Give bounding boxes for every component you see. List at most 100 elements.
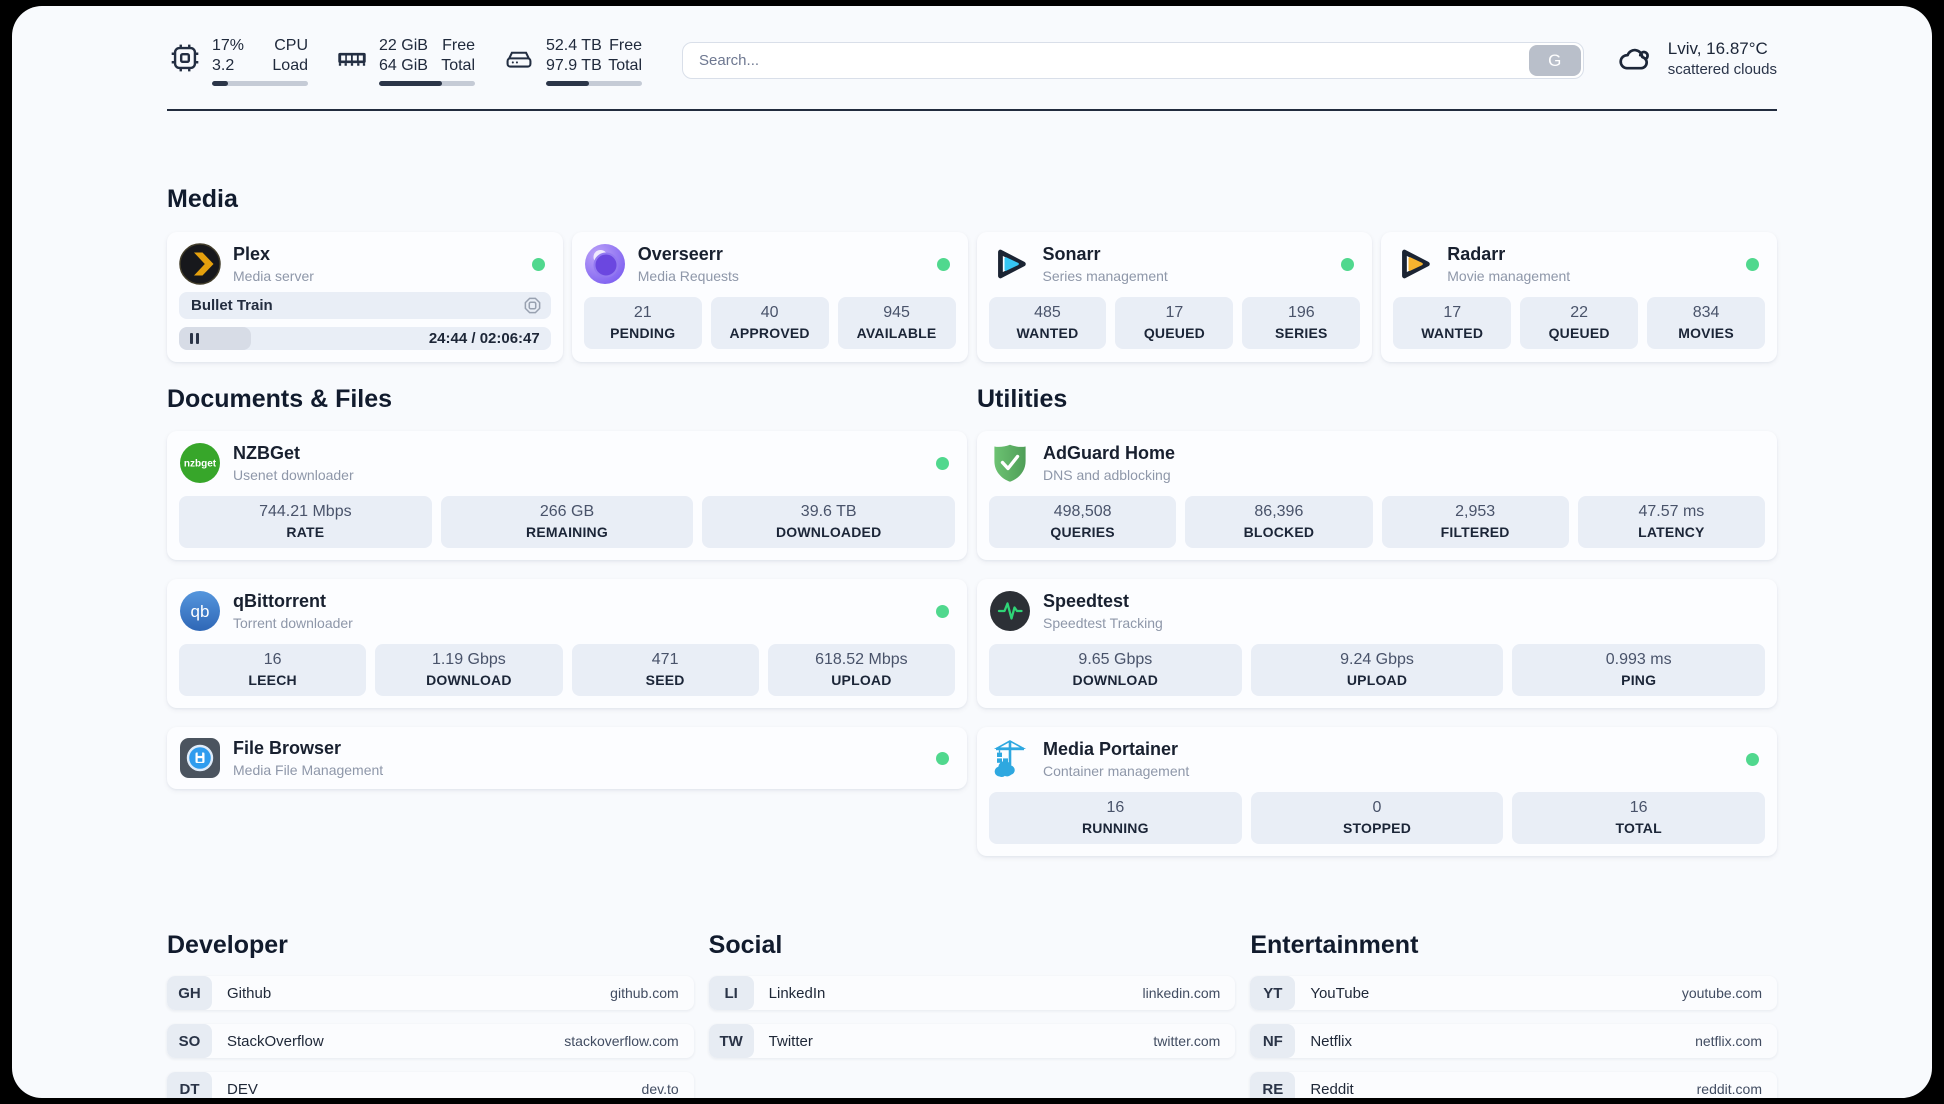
session-camera-icon[interactable] <box>523 296 542 315</box>
radarr-icon <box>1393 243 1435 285</box>
search-engine-button[interactable]: G <box>1528 45 1581 76</box>
link-name: Twitter <box>768 1032 813 1050</box>
stat-running: 16 RUNNING <box>989 792 1242 844</box>
weather-location-temp: Lviv, 16.87°C <box>1667 39 1768 58</box>
ram-total-value: 64 GiB <box>379 57 428 74</box>
link-name: Github <box>227 984 272 1002</box>
stat-movies: 834 MOVIES <box>1647 297 1766 349</box>
stat-downloaded: 39.6 TB DOWNLOADED <box>702 496 956 548</box>
app-card-radarr[interactable]: Radarr Movie management 17 WANTED 22 QUE… <box>1381 232 1777 362</box>
playback-progress-bar: 24:44 / 02:06:47 <box>179 327 551 350</box>
stat-rate: 744.21 Mbps RATE <box>179 496 432 548</box>
link-name: DEV <box>227 1080 258 1098</box>
weather-condition: scattered clouds <box>1667 61 1777 78</box>
link-url: youtube.com <box>1681 985 1762 1001</box>
disk-total-value: 97.9 TB <box>546 57 602 74</box>
link-badge: YT <box>1250 976 1296 1010</box>
app-card-plex[interactable]: Plex Media server Bullet Train 24:44 / 0… <box>167 232 563 362</box>
search-input[interactable] <box>682 42 1584 79</box>
weather-widget: Lviv, 16.87°C scattered clouds <box>1616 39 1777 78</box>
stat-remaining: 266 GB REMAINING <box>440 496 694 548</box>
section-title-social: Social <box>708 931 783 959</box>
playback-time: 24:44 / 02:06:47 <box>428 330 540 347</box>
stat-upload: 618.52 Mbps UPLOAD <box>767 644 955 696</box>
app-title: AdGuard Home <box>1043 443 1176 463</box>
link-youtube[interactable]: YT YouTube youtube.com <box>1250 976 1777 1010</box>
stat-queued: 17 QUEUED <box>1115 297 1234 349</box>
now-playing-row: Bullet Train <box>179 292 551 319</box>
stat-seed: 471 SEED <box>571 644 759 696</box>
link-badge: GH <box>167 976 212 1010</box>
section-title-documents: Documents & Files <box>167 385 393 413</box>
link-name: YouTube <box>1310 984 1370 1002</box>
app-subtitle: Container management <box>1043 763 1190 779</box>
status-dot <box>1341 257 1355 271</box>
stat-filtered: 2,953 FILTERED <box>1381 496 1569 548</box>
stat-wanted: 17 WANTED <box>1393 297 1512 349</box>
social-links: Social LI LinkedIn linkedin.com TW Twitt… <box>708 931 1236 1098</box>
app-title: NZBGet <box>233 443 300 463</box>
link-badge: NF <box>1250 1024 1296 1058</box>
documents-column: Documents & Files nzbget NZBGet Usenet d… <box>167 385 967 875</box>
link-badge: LI <box>708 976 754 1010</box>
app-card-sonarr[interactable]: Sonarr Series management 485 WANTED 17 Q… <box>976 232 1373 362</box>
link-name: StackOverflow <box>227 1032 324 1050</box>
stat-available: 945 AVAILABLE <box>837 297 956 349</box>
app-card-portainer[interactable]: Media Portainer Container management 16 … <box>977 727 1777 856</box>
stat-stopped: 0 STOPPED <box>1250 792 1504 844</box>
cpu-load-label: Load <box>272 57 308 74</box>
speedtest-icon <box>989 590 1031 632</box>
link-twitter[interactable]: TW Twitter twitter.com <box>708 1024 1236 1058</box>
app-title: Speedtest <box>1043 591 1130 611</box>
status-dot <box>531 257 545 271</box>
status-dot <box>936 456 949 470</box>
utilities-column: Utilities AdGuard Home DNS and adblockin… <box>977 385 1777 875</box>
link-url: reddit.com <box>1696 1081 1762 1097</box>
now-playing-title: Bullet Train <box>191 297 273 314</box>
svg-text:qb: qb <box>191 602 210 621</box>
sonarr-icon <box>989 243 1031 285</box>
header-divider <box>167 109 1777 111</box>
link-github[interactable]: GH Github github.com <box>167 976 694 1010</box>
adguard-icon <box>989 442 1031 484</box>
app-card-nzbget[interactable]: nzbget NZBGet Usenet downloader 744.21 M… <box>167 431 967 560</box>
status-dot <box>936 751 949 765</box>
link-netflix[interactable]: NF Netflix netflix.com <box>1250 1024 1777 1058</box>
app-card-overseerr[interactable]: Overseerr Media Requests 21 PENDING 40 A… <box>571 232 968 362</box>
stat-wanted: 485 WANTED <box>988 297 1107 349</box>
app-card-speedtest[interactable]: Speedtest Speedtest Tracking 9.65 Gbps D… <box>977 579 1777 708</box>
app-subtitle: Movie management <box>1447 268 1571 284</box>
disk-free-label: Free <box>609 37 642 54</box>
app-card-filebrowser[interactable]: File Browser Media File Management <box>167 727 967 789</box>
stat-latency: 47.57 ms LATENCY <box>1577 496 1765 548</box>
ram-free-value: 22 GiB <box>379 37 428 54</box>
ram-total-label: Total <box>441 57 475 74</box>
link-reddit[interactable]: RE Reddit reddit.com <box>1250 1072 1777 1098</box>
stat-leech: 16 LEECH <box>179 644 367 696</box>
status-dot <box>936 604 949 618</box>
section-title-utilities: Utilities <box>977 385 1068 413</box>
link-linkedin[interactable]: LI LinkedIn linkedin.com <box>708 976 1236 1010</box>
app-card-qbittorrent[interactable]: qb qBittorrent Torrent downloader 16 LEE… <box>167 579 967 708</box>
cpu-label: CPU <box>274 37 308 54</box>
portainer-icon <box>989 738 1031 780</box>
link-url: twitter.com <box>1153 1033 1221 1049</box>
link-url: github.com <box>610 985 679 1001</box>
filebrowser-icon <box>179 737 221 779</box>
link-badge: TW <box>708 1024 754 1058</box>
cpu-stat-widget: 17% CPU 3.2 Load <box>167 36 308 86</box>
ram-stat-widget: 22 GiB Free 64 GiB Total <box>334 36 475 86</box>
developer-links: Developer GH Github github.com SO StackO… <box>167 931 694 1098</box>
app-subtitle: Series management <box>1042 268 1168 284</box>
link-dev[interactable]: DT DEV dev.to <box>167 1072 694 1098</box>
stat-queued: 22 QUEUED <box>1520 297 1639 349</box>
link-stackoverflow[interactable]: SO StackOverflow stackoverflow.com <box>167 1024 694 1058</box>
app-card-adguard[interactable]: AdGuard Home DNS and adblocking 498,508 … <box>977 431 1777 560</box>
disk-free-value: 52.4 TB <box>546 37 602 54</box>
ram-progress-bar <box>379 81 475 86</box>
qbittorrent-icon: qb <box>179 590 221 632</box>
app-subtitle: Usenet downloader <box>233 467 354 483</box>
stat-upload: 9.24 Gbps UPLOAD <box>1250 644 1504 696</box>
stat-approved: 40 APPROVED <box>710 297 829 349</box>
pause-icon[interactable] <box>190 333 199 344</box>
